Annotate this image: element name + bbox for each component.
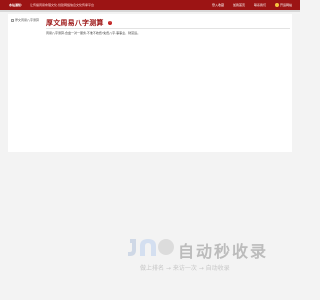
notice-label: 本站通知: xyxy=(9,3,23,7)
top-nav: 登入收藏 加我首页 联系我们 开运网站 xyxy=(212,0,292,10)
auto-index-logo-icon xyxy=(128,239,174,256)
nav-link-contact[interactable]: 联系我们 xyxy=(254,0,266,10)
watermark-brand: 自动秒收录 xyxy=(178,242,269,261)
watermark-slogan: 做上排名 → 来访一次 → 自动收录 xyxy=(140,265,230,272)
site-logo[interactable]: 厚文周易八字测算 xyxy=(11,17,45,23)
lamp-icon xyxy=(274,3,279,7)
title-divider xyxy=(46,28,290,29)
nav-link-fortune[interactable]: 开运网站 xyxy=(274,0,292,10)
top-notice-bar: 本站通知: 让传播周易命理文化,创建网络信息文化传承平台 登入收藏 加我首页 联… xyxy=(0,0,300,10)
header-card: 厚文周易八字测算 厚文周易八字测算 ! 周易八字测算,合盘一对一服务,不准不收费… xyxy=(8,14,292,152)
nav-link-homepage[interactable]: 加我首页 xyxy=(233,0,245,10)
logo-alt-text: 厚文周易八字测算 xyxy=(15,18,40,22)
notice-text: 让传播周易命理文化,创建网络信息文化传承平台 xyxy=(30,3,94,7)
page-title: 厚文周易八字测算 xyxy=(46,19,104,27)
sub-bar xyxy=(0,10,300,12)
watermark: 自动秒收录 做上排名 → 来访一次 → 自动收录 xyxy=(126,236,286,276)
nav-link-bookmark[interactable]: 登入收藏 xyxy=(212,0,224,10)
title-badge: ! xyxy=(108,21,112,25)
site-description: 周易八字测算,合盘一对一服务,不准不收费!免费八字,事事业、财富运。 xyxy=(46,31,141,35)
broken-image-icon xyxy=(11,18,14,22)
